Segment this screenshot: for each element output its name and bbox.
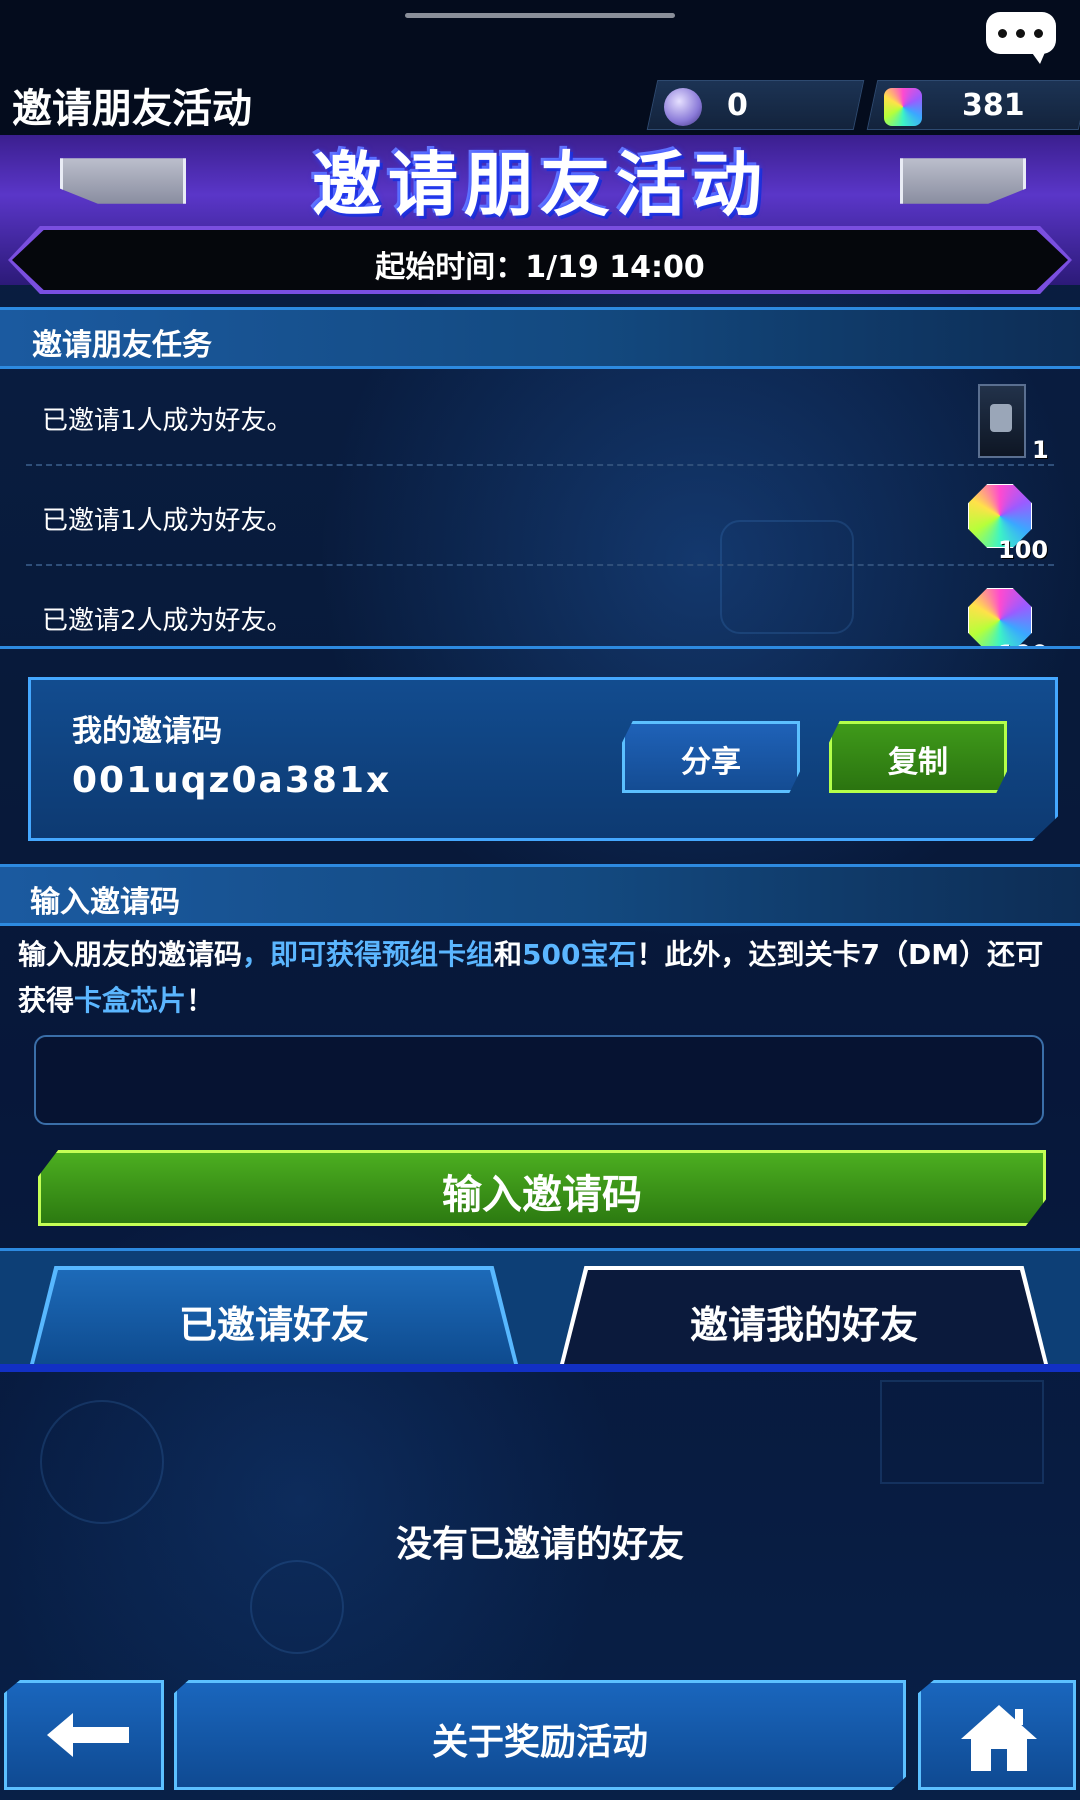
desc-highlight: ，即可获得预组卡组: [242, 938, 495, 971]
mission-item: 已邀请2人成为好友。 100: [0, 566, 1080, 646]
desc-text: 输入朋友的邀请码: [18, 938, 243, 971]
reward-qty: 1: [1032, 436, 1049, 464]
home-icon: [961, 1705, 1037, 1771]
share-button[interactable]: 分享: [622, 721, 800, 793]
enter-code-header: 输入邀请码: [0, 864, 1080, 926]
about-reward-event-button[interactable]: 关于奖励活动: [174, 1680, 906, 1790]
gem-value: 381: [962, 88, 1025, 123]
missions-header: 邀请朋友任务: [0, 307, 1080, 369]
tab-invited-label: 已邀请好友: [178, 1303, 369, 1347]
mission-item: 已邀请1人成为好友。 100: [0, 466, 1080, 566]
mission-list[interactable]: 已邀请1人成为好友。 1 已邀请1人成为好友。 100 已邀请2人成为好友。 1…: [0, 366, 1080, 646]
start-time: 起始时间：1/19 14:00: [375, 250, 705, 285]
banner-title: 邀请朋友活动: [312, 144, 768, 226]
section-separator: [0, 646, 1080, 649]
card-pack-icon: [978, 384, 1026, 458]
empty-state-message: 没有已邀请的好友: [395, 1524, 684, 1565]
share-button-label: 分享: [681, 745, 741, 780]
tab-underline: [0, 1364, 1080, 1372]
orb-value: 0: [727, 88, 748, 123]
copy-button[interactable]: 复制: [829, 721, 1007, 793]
mission-text: 已邀请1人成为好友。: [42, 406, 293, 436]
mission-text: 已邀请2人成为好友。: [42, 606, 293, 636]
gem-icon: [884, 88, 922, 126]
mission-text: 已邀请1人成为好友。: [42, 506, 293, 536]
desc-text: ！: [186, 984, 215, 1017]
back-arrow-icon: [47, 1713, 129, 1757]
about-reward-event-label: 关于奖励活动: [431, 1722, 648, 1763]
reward-qty: 100: [998, 536, 1049, 564]
invite-code-input[interactable]: [34, 1035, 1044, 1125]
desc-text: 和: [494, 938, 523, 971]
invite-code-label: 我的邀请码: [72, 714, 222, 749]
orb-icon: [664, 88, 702, 126]
invite-code-value: 001uqz0a381x: [72, 760, 392, 801]
tab-friends-who-invited-me[interactable]: 邀请我的好友: [564, 1270, 1044, 1364]
chat-icon[interactable]: [986, 12, 1056, 64]
desc-highlight: 卡盒芯片: [74, 984, 187, 1017]
decor-circle: [250, 1560, 344, 1654]
mission-item: 已邀请1人成为好友。 1: [0, 366, 1080, 466]
page-title: 邀请朋友活动: [12, 86, 252, 132]
gem-icon: [968, 588, 1032, 646]
enter-code-title: 输入邀请码: [30, 885, 180, 920]
missions-title: 邀请朋友任务: [32, 328, 212, 363]
decor-circle: [40, 1400, 164, 1524]
decor-line: [880, 1380, 1044, 1484]
home-button[interactable]: [918, 1680, 1076, 1790]
enter-code-button[interactable]: 输入邀请码: [38, 1150, 1046, 1226]
enter-code-description: 输入朋友的邀请码，即可获得预组卡组和500宝石！此外，达到关卡7（DM）还可获得…: [18, 932, 1058, 1024]
back-button[interactable]: [4, 1680, 164, 1790]
copy-button-label: 复制: [888, 745, 948, 780]
desc-highlight: 500宝石: [522, 938, 637, 971]
enter-code-button-label: 输入邀请码: [442, 1172, 642, 1218]
drag-handle: [405, 13, 675, 18]
tab-invited-friends[interactable]: 已邀请好友: [34, 1270, 514, 1364]
tab-invited-me-label: 邀请我的好友: [689, 1303, 918, 1347]
